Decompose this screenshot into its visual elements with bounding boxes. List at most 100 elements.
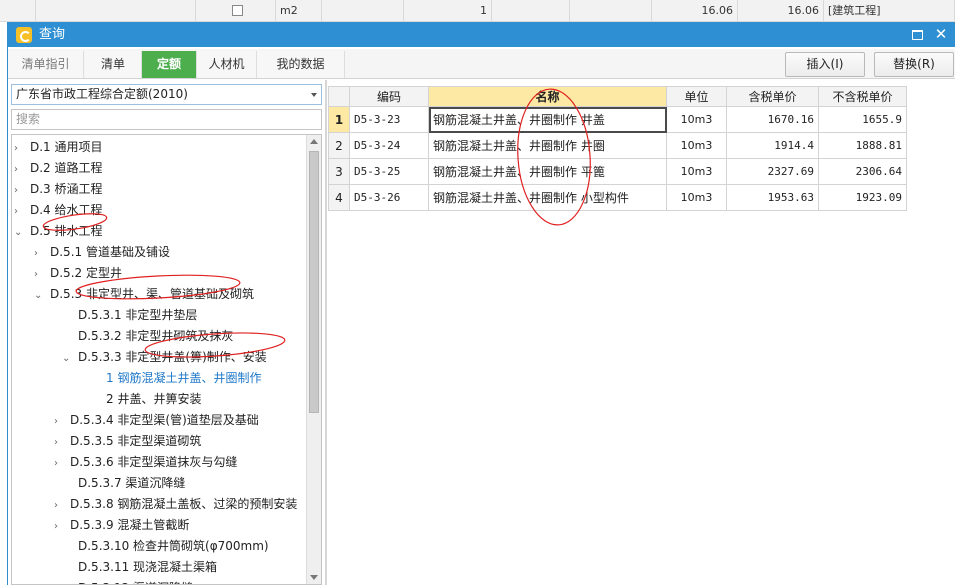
tree-item[interactable]: › D.5.3.8 钢筋混凝土盖板、过梁的预制安装 [54, 494, 297, 515]
bg-cell [0, 0, 36, 22]
replace-button[interactable]: 替换(R) [874, 52, 954, 77]
tree-item-label: D.5.3.2 非定型井砌筑及抹灰 [78, 329, 234, 343]
tree-item[interactable]: › D.5.1 管道基础及铺设 [34, 242, 170, 263]
cell-name[interactable]: 钢筋混凝土井盖、井圈制作 平篦 [428, 158, 667, 185]
cell-code[interactable]: D5-3-24 [349, 132, 429, 159]
tree-item-label: D.5.3.11 现浇混凝土渠箱 [78, 560, 218, 574]
tree-item-label: D.5.3.12 渠道沉降缝 [78, 581, 193, 584]
tree-item[interactable]: › D.3 桥涵工程 [14, 179, 103, 200]
chevron-right-icon[interactable]: › [14, 201, 24, 222]
chevron-down-icon[interactable]: ⌄ [34, 285, 44, 306]
chevron-right-icon[interactable]: › [54, 495, 64, 516]
cell-tax-price[interactable]: 1953.63 [726, 184, 819, 211]
bg-checkbox[interactable] [232, 5, 243, 16]
quota-library-select[interactable]: 广东省市政工程综合定额(2010) [11, 84, 322, 105]
tree-item[interactable]: ⌄ D.5 排水工程 [14, 221, 103, 242]
maximize-icon[interactable] [908, 25, 926, 43]
cell-unit[interactable]: 10m3 [666, 184, 727, 211]
tree-item[interactable]: › D.5.2 定型井 [34, 263, 122, 284]
chevron-down-icon[interactable]: ⌄ [62, 348, 72, 369]
cell-tax-price[interactable]: 1670.16 [726, 106, 819, 133]
tab-bill[interactable]: 清单 [85, 51, 142, 78]
row-number-header [328, 86, 350, 107]
title-bar[interactable]: 查询 ✕ [8, 22, 955, 47]
chevron-down-icon[interactable]: ⌄ [14, 222, 24, 243]
tree-item[interactable]: › D.5.3.6 非定型渠道抹灰与勾缝 [54, 452, 237, 473]
tree-item-label: D.1 通用项目 [30, 140, 103, 154]
tree-item[interactable]: 2 井盖、井箅安装 [90, 389, 201, 410]
chevron-right-icon[interactable]: › [14, 180, 24, 201]
column-header-notax-price[interactable]: 不含税单价 [818, 86, 907, 107]
chevron-right-icon[interactable]: › [14, 159, 24, 180]
cell-unit[interactable]: 10m3 [666, 106, 727, 133]
tree-item[interactable]: › D.5.3.9 混凝土管截断 [54, 515, 189, 536]
close-icon[interactable]: ✕ [932, 25, 950, 43]
insert-button[interactable]: 插入(I) [785, 52, 865, 77]
tree-item[interactable]: › D.5.3.5 非定型渠道砌筑 [54, 431, 201, 452]
cell-name[interactable]: 钢筋混凝土井盖、井圈制作 小型构件 [428, 184, 667, 211]
tree-item[interactable]: › D.2 道路工程 [14, 158, 103, 179]
cell-tax-price[interactable]: 1914.4 [726, 132, 819, 159]
cell-notax-price[interactable]: 1923.09 [818, 184, 907, 211]
dialog-title: 查询 [39, 27, 66, 42]
table-row[interactable]: 3 D5-3-25 钢筋混凝土井盖、井圈制作 平篦 10m3 2327.69 2… [328, 158, 907, 185]
tree-scrollbar[interactable] [306, 135, 321, 584]
chevron-right-icon[interactable]: › [54, 411, 64, 432]
tree-item[interactable]: ⌄ D.5.3.3 非定型井盖(箅)制作、安装 [62, 347, 267, 368]
cell-name[interactable]: 钢筋混凝土井盖、井圈制作 井圈 [428, 132, 667, 159]
cell-unit[interactable]: 10m3 [666, 158, 727, 185]
tab-my-data[interactable]: 我的数据 [257, 51, 345, 78]
column-header-unit[interactable]: 单位 [666, 86, 727, 107]
tab-quota[interactable]: 定额 [142, 51, 197, 78]
chevron-right-icon[interactable]: › [54, 453, 64, 474]
quota-library-value: 广东省市政工程综合定额(2010) [16, 87, 188, 101]
table-row[interactable]: 4 D5-3-26 钢筋混凝土井盖、井圈制作 小型构件 10m3 1953.63… [328, 184, 907, 211]
tree-item-label: D.5 排水工程 [30, 224, 103, 238]
bg-qty-cell: 1 [404, 0, 492, 22]
cell-notax-price[interactable]: 2306.64 [818, 158, 907, 185]
chevron-right-icon[interactable]: › [54, 432, 64, 453]
panel-splitter[interactable] [325, 80, 327, 585]
column-header-tax-price[interactable]: 含税单价 [726, 86, 819, 107]
table-row[interactable]: 2 D5-3-24 钢筋混凝土井盖、井圈制作 井圈 10m3 1914.4 18… [328, 132, 907, 159]
cell-code[interactable]: D5-3-26 [349, 184, 429, 211]
tab-bill-guide[interactable]: 清单指引 [8, 51, 84, 78]
scroll-thumb[interactable] [309, 151, 319, 413]
tree-item[interactable]: › D.1 通用项目 [14, 137, 103, 158]
cell-notax-price[interactable]: 1888.81 [818, 132, 907, 159]
tree-item[interactable]: D.5.3.11 现浇混凝土渠箱 [62, 557, 217, 578]
cell-code[interactable]: D5-3-23 [349, 106, 429, 133]
chevron-right-icon[interactable]: › [54, 516, 64, 537]
scroll-up-icon[interactable] [310, 139, 318, 144]
cell-name[interactable]: 钢筋混凝土井盖、井圈制作 井盖 [428, 106, 667, 133]
search-input[interactable]: 搜索 [11, 109, 322, 130]
tree-item-label: D.5.2 定型井 [50, 266, 122, 280]
cell-tax-price[interactable]: 2327.69 [726, 158, 819, 185]
cell-code[interactable]: D5-3-25 [349, 158, 429, 185]
cell-notax-price[interactable]: 1655.9 [818, 106, 907, 133]
chevron-right-icon[interactable]: › [34, 264, 44, 285]
column-header-name[interactable]: 名称 [428, 86, 667, 107]
bg-price1-cell: 16.06 [652, 0, 738, 22]
tree-item-label: D.5.3.8 钢筋混凝土盖板、过梁的预制安装 [70, 497, 298, 511]
tree-item[interactable]: ⌄ D.5.3 非定型井、渠、管道基础及砌筑 [34, 284, 254, 305]
tree-item-label: D.5.3 非定型井、渠、管道基础及砌筑 [50, 287, 254, 301]
column-header-code[interactable]: 编码 [349, 86, 429, 107]
table-row[interactable]: 1 D5-3-23 钢筋混凝土井盖、井圈制作 井盖 10m3 1670.16 1… [328, 106, 907, 133]
tab-toolbar: 清单指引 清单 定额 人材机 我的数据 插入(I) 替换(R) [8, 49, 955, 79]
tree-item[interactable]: D.5.3.10 检查井筒砌筑(φ700mm) [62, 536, 269, 557]
tree-item[interactable]: D.5.3.1 非定型井垫层 [62, 305, 197, 326]
tree-item[interactable]: › D.5.3.4 非定型渠(管)道垫层及基础 [54, 410, 259, 431]
tree-item[interactable]: D.5.3.12 渠道沉降缝 [62, 578, 193, 584]
cell-unit[interactable]: 10m3 [666, 132, 727, 159]
chevron-right-icon[interactable]: › [14, 138, 24, 159]
bg-cell [322, 0, 404, 22]
tab-labor-material-machine[interactable]: 人材机 [197, 51, 257, 78]
tree-item[interactable]: 1 钢筋混凝土井盖、井圈制作 [90, 368, 261, 389]
tree-item[interactable]: D.5.3.7 渠道沉降缝 [62, 473, 185, 494]
tree-item[interactable]: › D.4 给水工程 [14, 200, 103, 221]
chevron-right-icon[interactable]: › [34, 243, 44, 264]
scroll-down-icon[interactable] [310, 575, 318, 580]
tree-item[interactable]: D.5.3.2 非定型井砌筑及抹灰 [62, 326, 233, 347]
chevron-down-icon[interactable] [311, 93, 317, 97]
